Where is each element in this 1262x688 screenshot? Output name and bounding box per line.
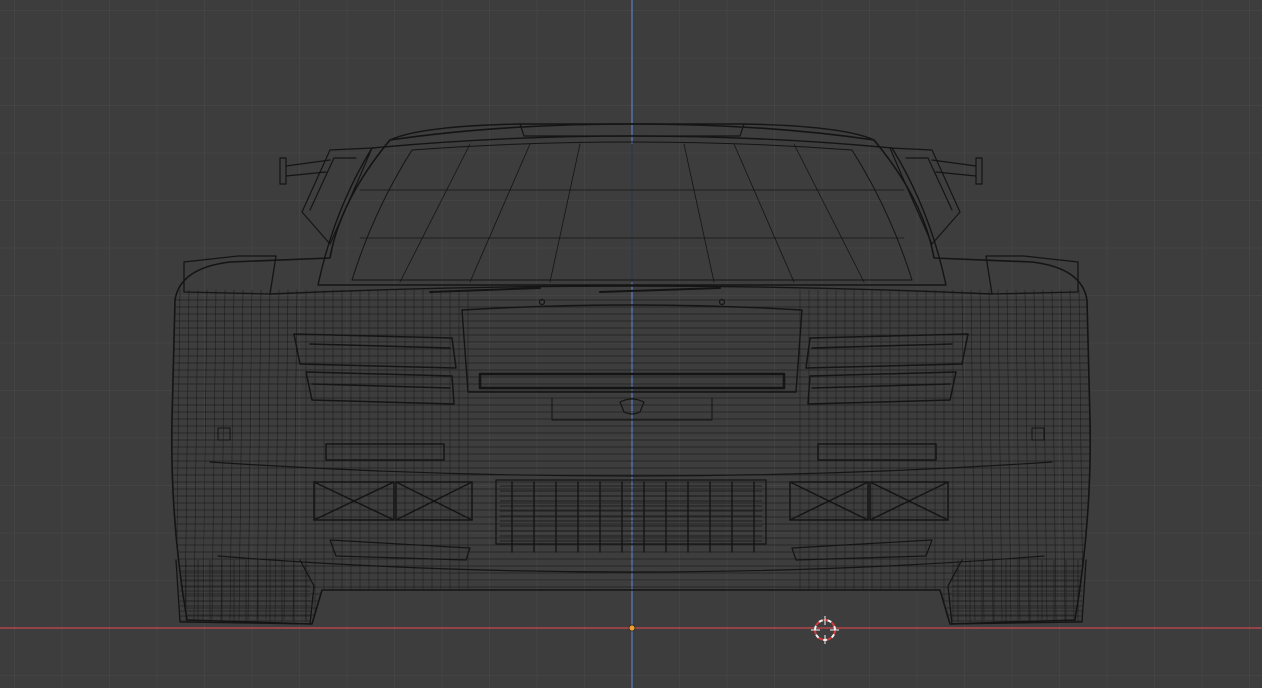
right-lower-vent (791, 539, 933, 561)
windshield-column-line (549, 143, 581, 283)
mesh-line-vertical (1024, 289, 1030, 621)
windshield-column-line (733, 143, 795, 283)
car-body-mesh[interactable] (160, 123, 1100, 625)
mesh-line-vertical (1006, 289, 1012, 621)
mesh-line-vertical (229, 289, 235, 621)
windshield-column-line (399, 143, 471, 283)
right-indicator (817, 443, 937, 461)
mesh-line-vertical (1060, 289, 1066, 621)
3d-cursor-icon[interactable] (811, 616, 839, 644)
right-mirror (889, 147, 983, 245)
mesh-line-vertical (988, 289, 994, 621)
mesh-line-vertical (265, 289, 271, 621)
windshield-column-line (793, 143, 865, 283)
world-axes (0, 0, 1262, 688)
mesh-subdivision-lines (171, 289, 1091, 621)
3d-viewport[interactable] (0, 0, 1262, 688)
right-headlight (805, 333, 969, 405)
mesh-line-vertical (1033, 289, 1039, 621)
object-origin-dot[interactable] (628, 624, 636, 632)
windshield-column-line (683, 143, 715, 283)
mesh-line-vertical (1069, 289, 1075, 621)
mesh-line-vertical (256, 289, 262, 621)
mesh-line-vertical (274, 289, 280, 621)
mesh-line-vertical (211, 289, 217, 621)
mesh-line-vertical (1042, 289, 1048, 621)
mesh-line-vertical (283, 289, 289, 621)
left-fog-lights (313, 481, 473, 521)
mesh-line-vertical (247, 289, 253, 621)
mesh-line-vertical (220, 289, 226, 621)
wiper-arms (429, 287, 721, 293)
viewport-canvas[interactable] (0, 0, 1262, 688)
bumper-line-upper (209, 461, 1053, 477)
mesh-line-vertical (193, 289, 199, 621)
mesh-line-vertical (997, 289, 1003, 621)
mesh-line-vertical (184, 289, 190, 621)
windshield-column-line (469, 143, 531, 283)
mesh-line-vertical (238, 289, 244, 621)
floor-grid (0, 0, 1262, 688)
left-mirror (279, 147, 373, 245)
mesh-line-vertical (970, 289, 976, 621)
right-tire (947, 559, 1087, 625)
left-indicator (325, 443, 445, 461)
left-headlight (293, 333, 457, 405)
